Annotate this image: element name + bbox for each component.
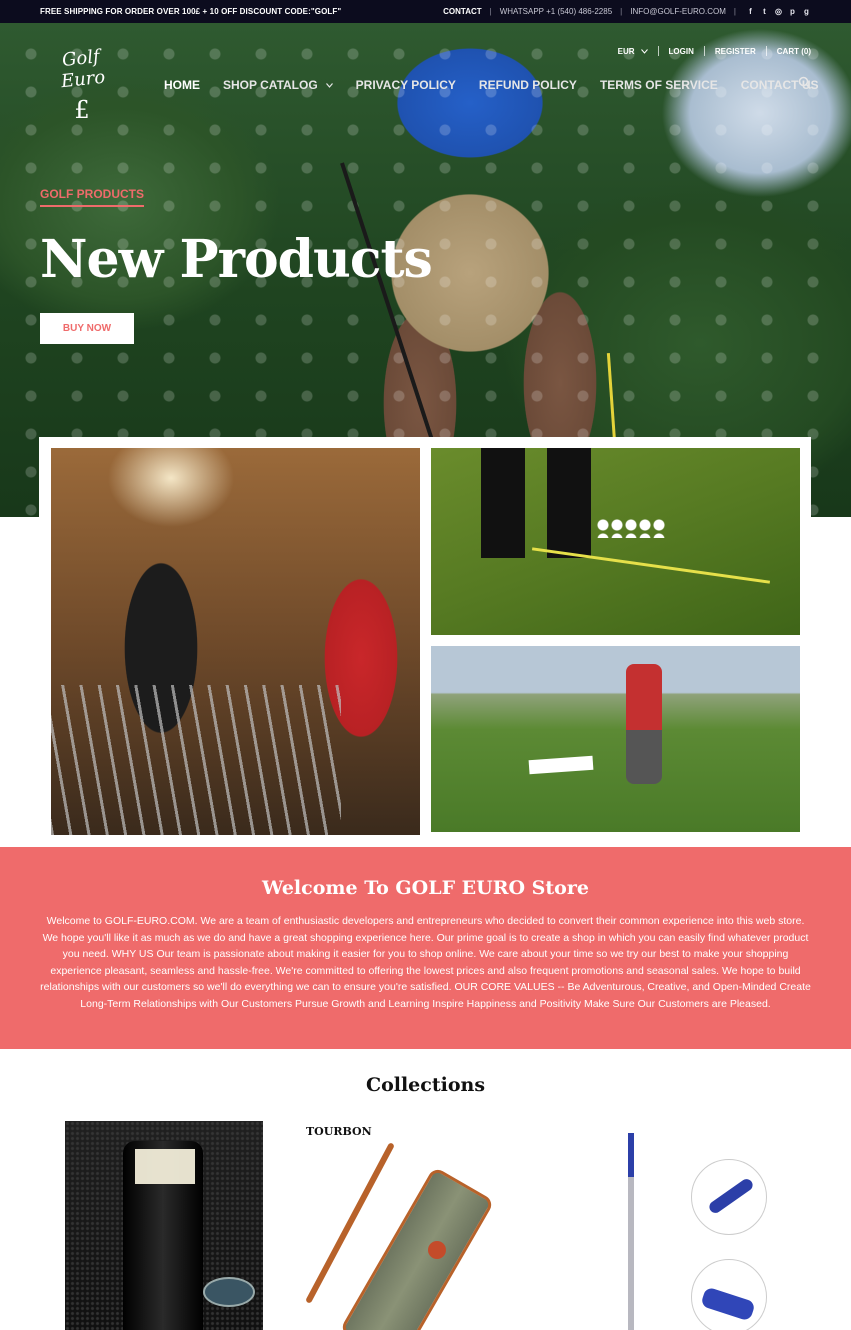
golf-practice-photo[interactable] <box>431 448 800 635</box>
buy-now-button[interactable]: BUY NOW <box>40 313 134 344</box>
separator <box>765 46 767 56</box>
range-box <box>528 755 594 775</box>
utility-nav: EUR LOGIN REGISTER CART (0) <box>618 46 811 56</box>
separator: | <box>620 7 623 16</box>
nav-item-privacy-policy[interactable]: PRIVACY POLICY <box>356 78 456 92</box>
brand-logo: TOURBON <box>306 1125 372 1138</box>
topbar-links: CONTACT | WHATSAPP +1 (540) 486-2285 | I… <box>443 7 811 16</box>
pinterest-icon[interactable]: p <box>788 7 797 16</box>
shipping-promo: FREE SHIPPING FOR ORDER OVER 100£ + 10 O… <box>40 7 342 16</box>
club-rack <box>51 685 341 835</box>
welcome-section: Welcome To GOLF EURO Store Welcome to GO… <box>0 847 851 1049</box>
hero-headline: New Products <box>40 229 433 290</box>
contact-link[interactable]: CONTACT <box>443 7 482 16</box>
logo-wordmark: Golf Euro <box>60 46 107 93</box>
golf-tees <box>135 1149 195 1219</box>
welcome-title: Welcome To GOLF EURO Store <box>262 877 589 899</box>
separator: | <box>489 7 492 16</box>
welcome-body: Welcome to GOLF-EURO.COM. We are a team … <box>40 915 811 1010</box>
login-link[interactable]: LOGIN <box>669 47 694 56</box>
chevron-down-icon <box>325 82 333 88</box>
separator <box>657 46 659 56</box>
announcement-bar: FREE SHIPPING FOR ORDER OVER 100£ + 10 O… <box>0 0 851 23</box>
putter-shaft <box>628 1133 634 1330</box>
currency-value: EUR <box>617 46 635 56</box>
golf-shop-photo[interactable] <box>51 448 420 835</box>
nav-item-shop-catalog[interactable]: SHOP CATALOG <box>223 78 333 92</box>
collection-card-golf-bag[interactable]: TOURBON <box>302 1121 532 1330</box>
logo-pound-symbol: £ <box>74 96 90 124</box>
nav-item-refund-policy[interactable]: REFUND POLICY <box>479 78 577 92</box>
product-badge <box>203 1277 255 1307</box>
instagram-icon[interactable]: ◎ <box>774 7 783 16</box>
putter-grip-detail <box>691 1159 767 1235</box>
nav-item-home[interactable]: HOME <box>164 78 200 92</box>
email-link[interactable]: INFO@GOLF-EURO.COM <box>630 7 726 16</box>
putter-head-detail <box>691 1259 767 1330</box>
separator: | <box>733 7 736 16</box>
golfer-figure <box>626 664 662 784</box>
golf-balls <box>596 518 666 538</box>
chevron-down-icon <box>640 48 648 54</box>
hero-caption: GOLF PRODUCTS New Products <box>40 185 433 290</box>
main-nav: HOME SHOP CATALOG PRIVACY POLICY REFUND … <box>164 76 842 92</box>
facebook-icon[interactable]: f <box>746 7 755 16</box>
collection-card-putter[interactable] <box>596 1121 796 1330</box>
register-link[interactable]: REGISTER <box>715 47 756 56</box>
nav-item-terms-of-service[interactable]: TERMS OF SERVICE <box>600 78 718 92</box>
currency-selector[interactable]: EUR <box>618 47 648 56</box>
hero-kicker: GOLF PRODUCTS <box>40 187 144 207</box>
collection-card-tee-holder[interactable] <box>65 1121 263 1330</box>
alignment-stick <box>531 547 771 584</box>
separator <box>703 46 705 56</box>
cart-link[interactable]: CART (0) <box>777 47 811 56</box>
google-plus-icon[interactable]: g <box>802 7 811 16</box>
whatsapp-link[interactable]: WHATSAPP +1 (540) 486-2285 <box>500 7 612 16</box>
golfer-legs <box>481 448 591 558</box>
image-gallery <box>39 437 811 847</box>
twitter-icon[interactable]: t <box>760 7 769 16</box>
bag-emblem <box>428 1241 446 1259</box>
nav-item-label: SHOP CATALOG <box>223 78 318 92</box>
site-logo[interactable]: Golf Euro £ <box>46 46 118 124</box>
search-icon[interactable] <box>798 76 812 90</box>
collections-title: Collections <box>365 1074 486 1096</box>
driving-range-photo[interactable] <box>431 646 800 832</box>
social-links: f t ◎ p g <box>746 7 811 16</box>
